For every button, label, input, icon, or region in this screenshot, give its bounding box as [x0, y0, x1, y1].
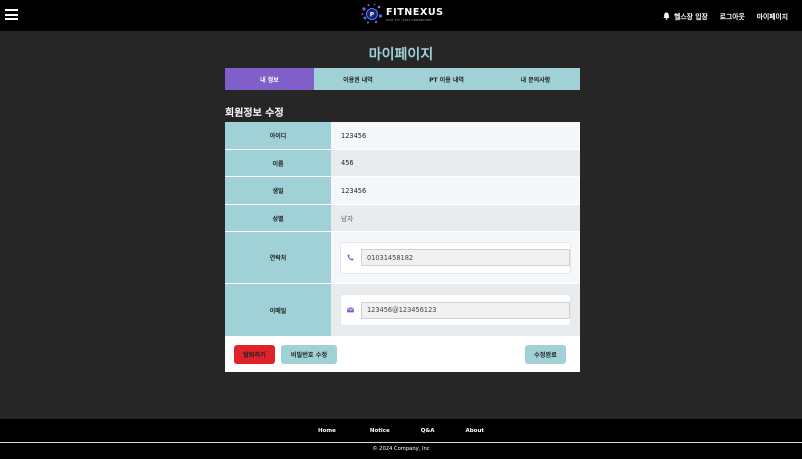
header-nav: 헬스장 입장 로그아웃 마이페이지	[663, 0, 788, 31]
phone-field[interactable]: 01031458182	[360, 249, 570, 266]
logo-mark-icon: P	[361, 3, 383, 24]
tab-membership-history[interactable]: 이용권 내역	[314, 68, 402, 90]
footer: Home Notice Q&A About © 2024 Company, In…	[0, 419, 802, 459]
logout-link[interactable]: 로그아웃	[720, 11, 745, 21]
name-value: 456	[331, 150, 580, 176]
email-input-group: 123456@123456123	[340, 294, 571, 326]
footer-link-about[interactable]: About	[465, 428, 484, 434]
brand-logo[interactable]: P FITNEXUS STAY FIT, STAY CONNECTED	[361, 3, 444, 25]
form-row-email: 이메일 123456@123456123	[225, 284, 580, 337]
id-label: 아이디	[225, 122, 331, 149]
form-row-id: 아이디 123456	[225, 122, 580, 150]
mypage-link[interactable]: 마이페이지	[757, 11, 788, 21]
gender-value: 남자	[331, 205, 580, 231]
tab-my-info[interactable]: 내 정보	[225, 68, 314, 90]
gym-entry-label: 헬스장 입장	[674, 12, 708, 21]
svg-text:P: P	[370, 12, 375, 19]
email-field[interactable]: 123456@123456123	[360, 301, 570, 319]
top-navbar: P FITNEXUS STAY FIT, STAY CONNECTED 헬스장 …	[0, 0, 802, 31]
phone-input-group: 01031458182	[340, 241, 571, 274]
page-title: 마이페이지	[368, 47, 434, 63]
envelope-icon	[346, 307, 356, 313]
copyright-text: © 2024 Company, Inc	[372, 446, 430, 452]
brand-tagline: STAY FIT, STAY CONNECTED	[386, 17, 432, 22]
form-row-name: 이름 456	[225, 150, 580, 177]
footer-nav: Home Notice Q&A About	[0, 419, 802, 442]
form-row-phone: 연락처 01031458182	[225, 232, 580, 284]
footer-link-qna[interactable]: Q&A	[421, 428, 435, 434]
tab-pt-history[interactable]: PT 이용 내역	[402, 68, 491, 90]
bell-icon	[663, 12, 670, 20]
phone-label: 연락처	[225, 232, 331, 283]
footer-divider	[0, 442, 802, 443]
email-label: 이메일	[225, 284, 331, 336]
form-actions: 탈퇴하기 비밀번호 수정 수정완료	[225, 337, 580, 372]
gym-entry-link[interactable]: 헬스장 입장	[663, 11, 708, 21]
hamburger-menu-icon[interactable]	[5, 9, 18, 20]
birthday-value: 123456	[331, 177, 580, 204]
save-button[interactable]: 수정완료	[525, 345, 566, 364]
form-row-birthday: 생일 123456	[225, 177, 580, 205]
name-label: 이름	[225, 150, 331, 176]
birthday-label: 생일	[225, 177, 331, 204]
change-password-button[interactable]: 비밀번호 수정	[281, 345, 337, 364]
id-value: 123456	[331, 122, 580, 149]
footer-link-notice[interactable]: Notice	[370, 428, 390, 434]
form-row-gender: 성별 남자	[225, 205, 580, 232]
tab-my-inquiries[interactable]: 내 문의사항	[491, 68, 580, 90]
phone-icon	[346, 254, 356, 261]
brand-name: FITNEXUS	[386, 6, 444, 18]
mypage-tabs: 내 정보 이용권 내역 PT 이용 내역 내 문의사항	[225, 68, 580, 90]
section-title: 회원정보 수정	[225, 108, 284, 119]
gender-label: 성별	[225, 205, 331, 231]
member-info-form: 아이디 123456 이름 456 생일 123456 성별 남자 연락처 01…	[225, 122, 580, 372]
footer-link-home[interactable]: Home	[318, 428, 336, 434]
withdraw-button[interactable]: 탈퇴하기	[234, 345, 275, 364]
